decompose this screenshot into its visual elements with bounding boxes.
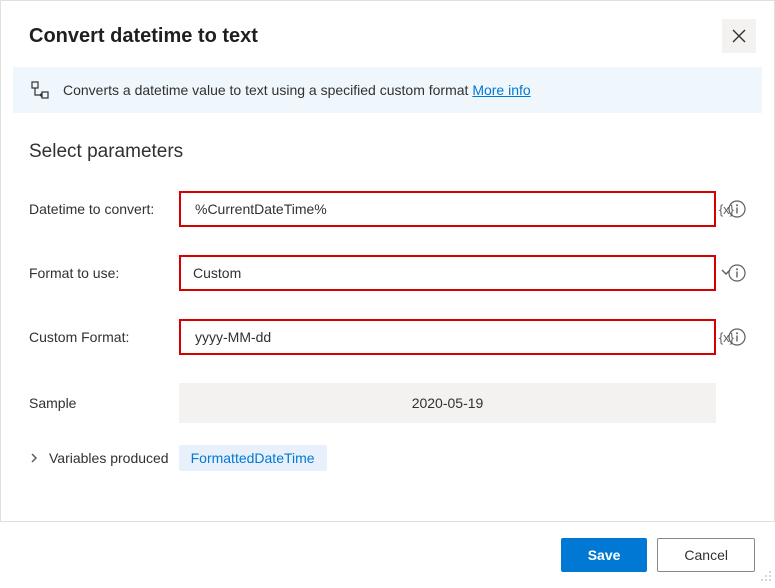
save-button[interactable]: Save [561,538,648,572]
label-custom: Custom Format: [29,329,179,345]
format-select-value: Custom [193,265,241,281]
info-icon-datetime[interactable] [728,200,746,218]
info-banner: Converts a datetime value to text using … [13,67,762,113]
close-icon [732,29,746,43]
more-info-link[interactable]: More info [472,82,530,98]
expand-variables-toggle[interactable] [29,450,39,466]
info-text: Converts a datetime value to text using … [63,82,531,98]
info-icon-custom[interactable] [728,328,746,346]
row-datetime: Datetime to convert: {x} [29,191,746,227]
info-description: Converts a datetime value to text using … [63,82,472,98]
dialog-header: Convert datetime to text [1,1,774,67]
label-sample: Sample [29,395,179,411]
datetime-input-text[interactable] [193,200,674,218]
row-format: Format to use: Custom [29,255,746,291]
datetime-input[interactable]: {x} [179,191,716,227]
custom-format-input[interactable]: {x} [179,319,716,355]
action-icon [31,81,49,99]
dialog-title: Convert datetime to text [29,25,258,48]
row-sample: Sample 2020-05-19 [29,383,746,423]
variables-produced-label: Variables produced [49,450,169,466]
format-select[interactable]: Custom [179,255,716,291]
close-button[interactable] [722,19,756,53]
row-custom: Custom Format: {x} [29,319,746,355]
cancel-button[interactable]: Cancel [657,538,755,572]
resize-grip-icon[interactable] [760,569,772,585]
variables-produced-row: Variables produced FormattedDateTime [29,445,746,471]
variable-chip[interactable]: FormattedDateTime [179,445,327,471]
dialog-body: Select parameters Datetime to convert: {… [1,113,774,471]
label-datetime: Datetime to convert: [29,201,179,217]
label-format: Format to use: [29,265,179,281]
sample-value: 2020-05-19 [179,383,716,423]
info-icon-format[interactable] [728,264,746,282]
dialog-footer: Save Cancel [0,521,775,588]
section-title: Select parameters [29,141,746,163]
custom-format-input-text[interactable] [193,328,674,346]
